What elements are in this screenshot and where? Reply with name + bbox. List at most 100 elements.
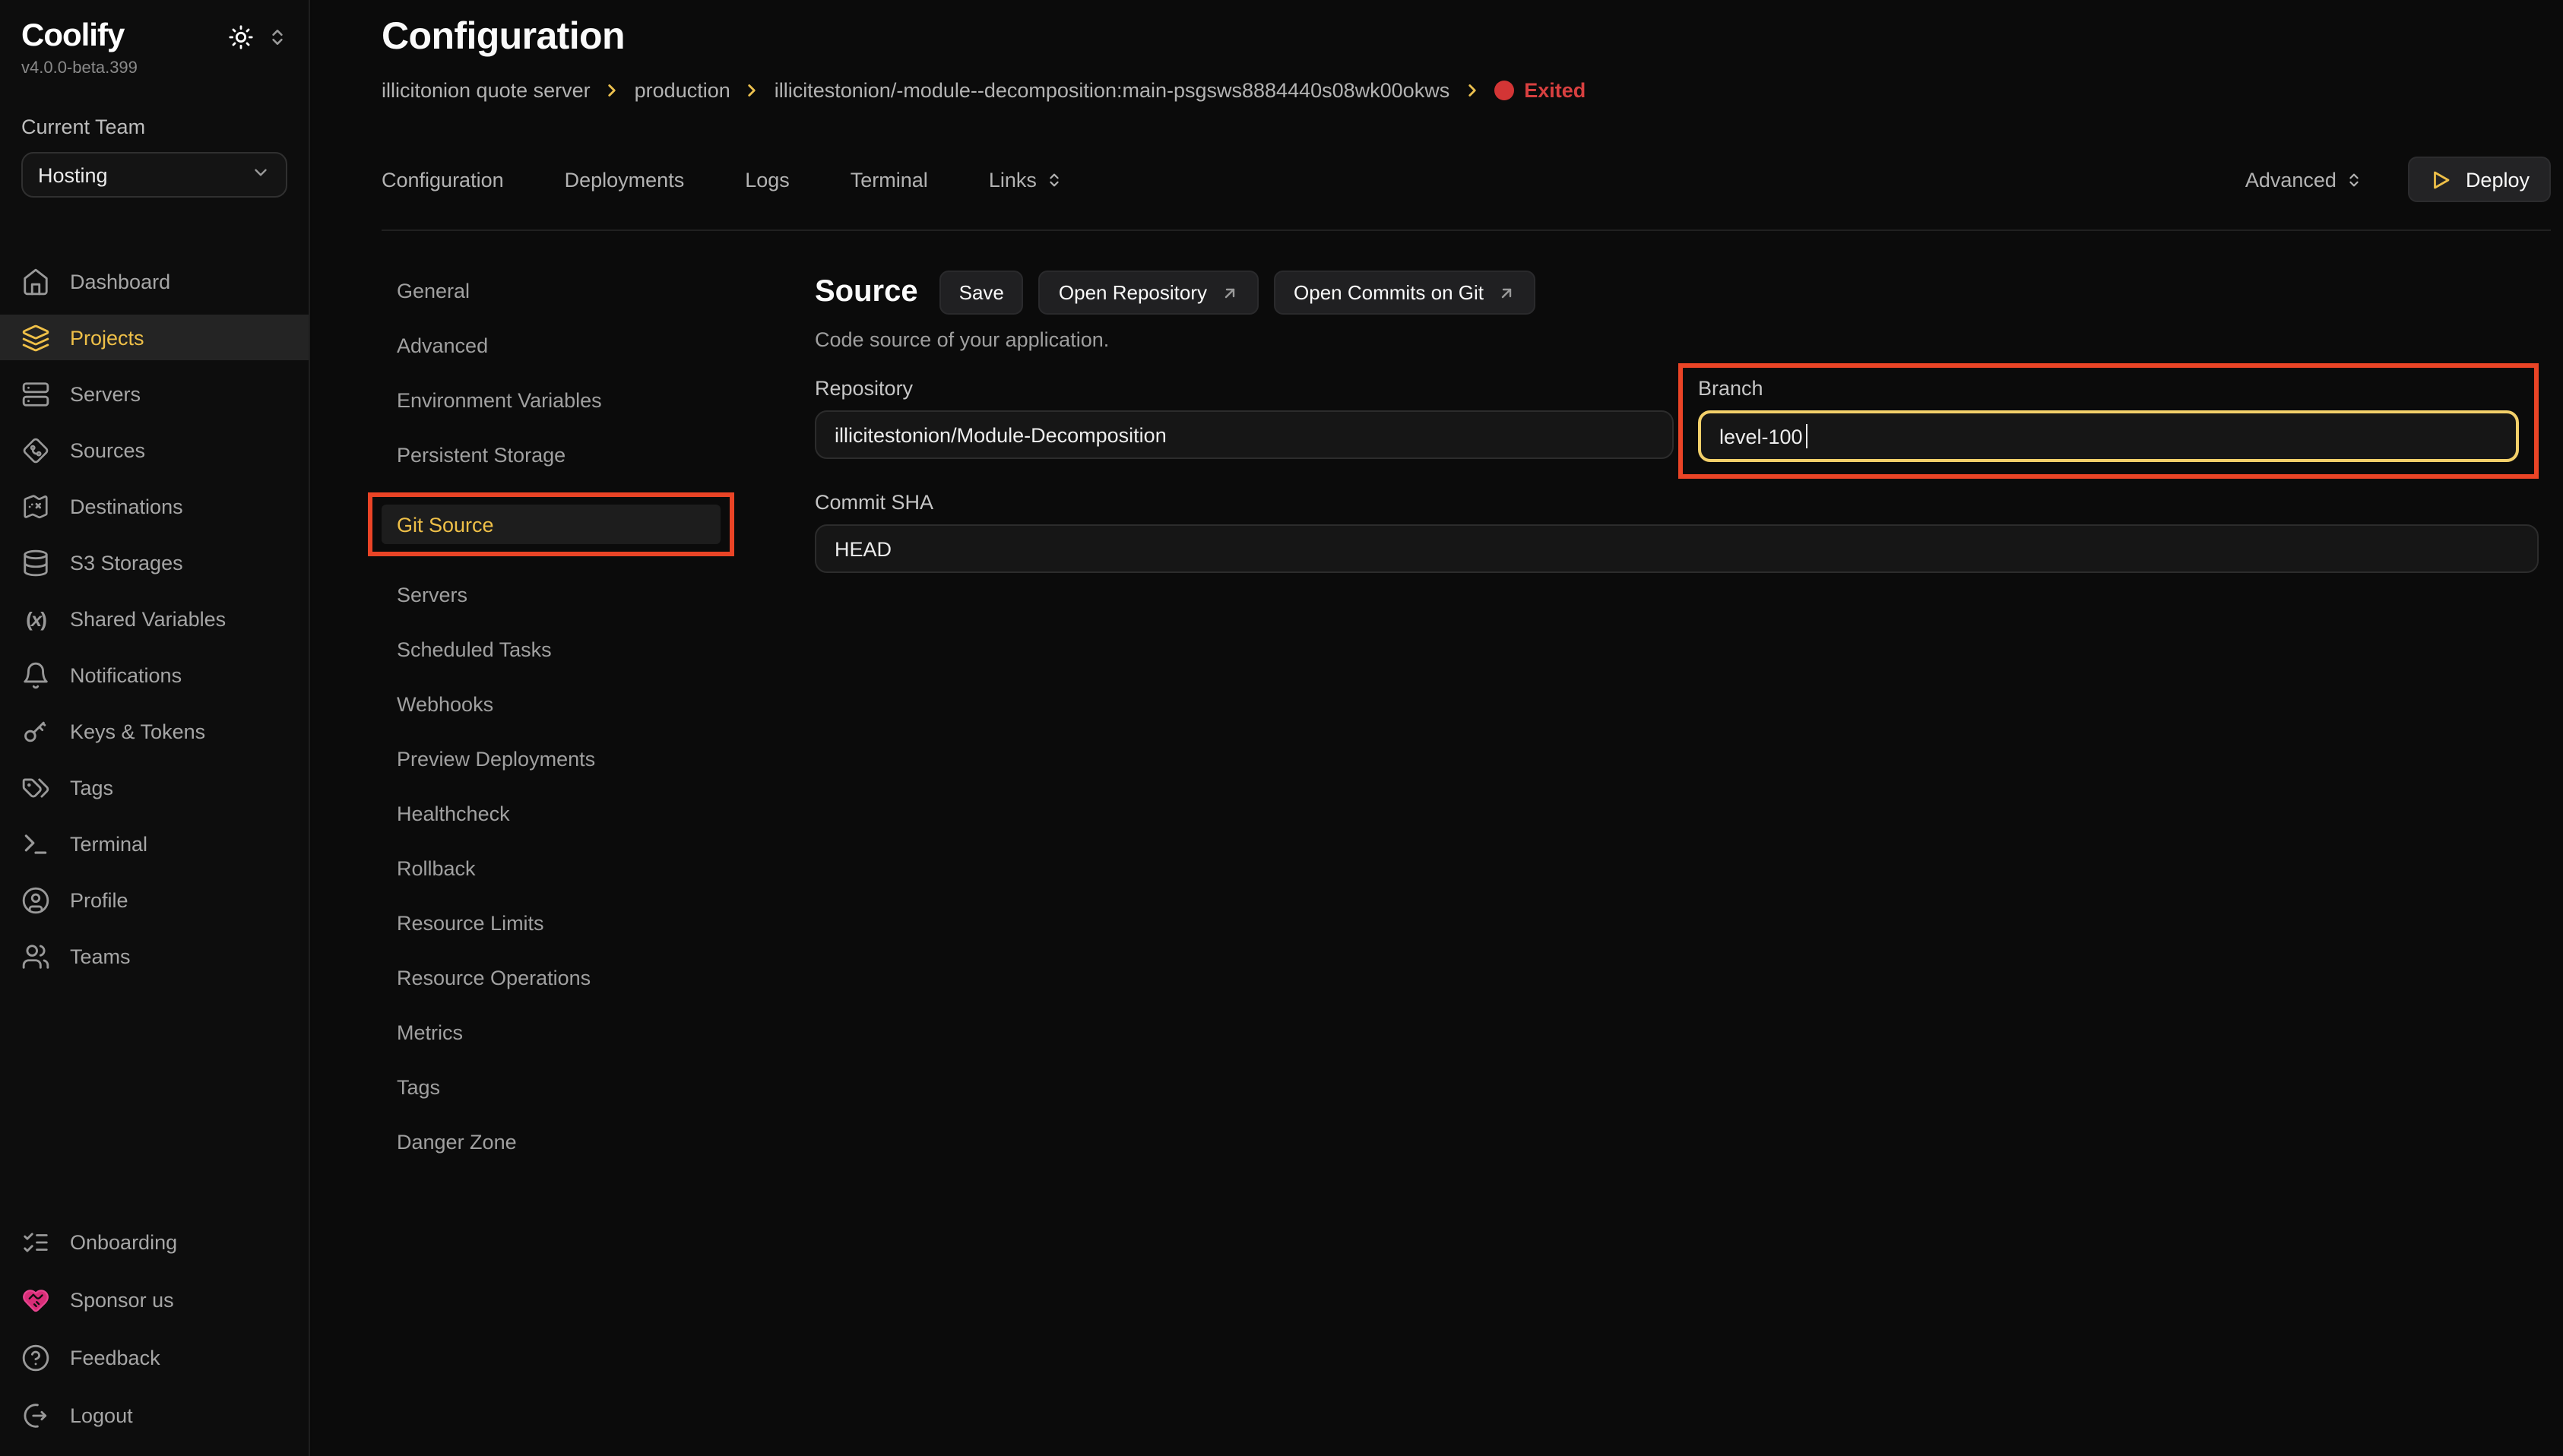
subnav-item-danger-zone[interactable]: Danger Zone [382, 1122, 734, 1161]
branch-value: level-100 [1719, 425, 1803, 448]
sidebar-nav: Dashboard Projects Servers Sources Desti… [0, 258, 309, 979]
sidebar-item-label: Servers [70, 382, 141, 405]
subnav-item-advanced[interactable]: Advanced [382, 325, 734, 365]
sidebar-item-label: Notifications [70, 663, 182, 686]
save-label: Save [959, 281, 1004, 304]
sidebar-item-sources[interactable]: Sources [0, 427, 309, 473]
sidebar-item-terminal[interactable]: Terminal [0, 821, 309, 866]
sidebar-item-label: Shared Variables [70, 607, 226, 630]
sidebar-item-label: Sources [70, 438, 145, 461]
arrow-up-right-icon [1221, 283, 1239, 302]
subnav-item-rollback[interactable]: Rollback [382, 848, 734, 888]
subnav-item-servers[interactable]: Servers [382, 574, 734, 614]
advanced-dropdown[interactable]: Advanced [2245, 168, 2362, 191]
subnav-item-healthcheck[interactable]: Healthcheck [382, 793, 734, 833]
sidebar-item-teams[interactable]: Teams [0, 933, 309, 979]
sidebar-item-servers[interactable]: Servers [0, 371, 309, 416]
branch-input[interactable]: level-100 [1698, 410, 2519, 462]
git-source-icon [21, 435, 50, 464]
subnav-item-git-source[interactable]: Git Source [382, 505, 721, 544]
sidebar-item-label: Keys & Tokens [70, 720, 205, 742]
subnav-item-preview-deployments[interactable]: Preview Deployments [382, 739, 734, 778]
deploy-button[interactable]: Deploy [2408, 157, 2551, 202]
braces-x-icon: (x) [21, 604, 50, 633]
key-icon [21, 717, 50, 745]
sidebar-item-notifications[interactable]: Notifications [0, 652, 309, 698]
subnav-item-resource-operations[interactable]: Resource Operations [382, 957, 734, 997]
team-select[interactable]: Hosting [21, 152, 287, 198]
commit-sha-input[interactable] [815, 524, 2539, 573]
map-icon [21, 492, 50, 521]
subnav-item-scheduled-tasks[interactable]: Scheduled Tasks [382, 629, 734, 669]
sidebar-item-dashboard[interactable]: Dashboard [0, 258, 309, 304]
chevron-right-icon [1462, 81, 1481, 100]
tabs-divider [382, 229, 2551, 231]
sun-icon[interactable] [228, 24, 254, 49]
current-team-label: Current Team [0, 116, 309, 138]
subnav-item-metrics[interactable]: Metrics [382, 1012, 734, 1052]
open-repository-button[interactable]: Open Repository [1039, 271, 1259, 315]
tab-links-label: Links [989, 168, 1037, 191]
breadcrumb: illicitonion quote server production ill… [382, 79, 2551, 102]
log-out-icon [21, 1401, 50, 1429]
chevrons-up-down-icon [1046, 171, 1063, 188]
tab-deployments[interactable]: Deployments [565, 168, 685, 191]
sidebar-item-label: Sponsor us [70, 1288, 174, 1311]
sidebar-item-onboarding[interactable]: Onboarding [0, 1219, 309, 1265]
sidebar-item-logout[interactable]: Logout [0, 1392, 309, 1438]
sidebar-item-profile[interactable]: Profile [0, 877, 309, 923]
repository-field-group: Repository [815, 363, 1674, 459]
open-commits-label: Open Commits on Git [1294, 281, 1484, 304]
subnav-item-tags[interactable]: Tags [382, 1067, 734, 1106]
sidebar-item-destinations[interactable]: Destinations [0, 483, 309, 529]
sidebar-item-sponsor-us[interactable]: Sponsor us [0, 1277, 309, 1322]
home-icon [21, 267, 50, 296]
help-circle-icon [21, 1343, 50, 1372]
save-button[interactable]: Save [939, 271, 1024, 315]
section-description: Code source of your application. [815, 328, 2539, 351]
subnav-item-webhooks[interactable]: Webhooks [382, 684, 734, 723]
tab-logs[interactable]: Logs [745, 168, 790, 191]
tab-configuration[interactable]: Configuration [382, 168, 504, 191]
sidebar-footer-nav: Onboarding Sponsor us Feedback Logout [0, 1219, 309, 1438]
sidebar-item-label: S3 Storages [70, 551, 183, 574]
sidebar-item-projects[interactable]: Projects [0, 315, 309, 360]
breadcrumb-application[interactable]: illicitestonion/-module--decomposition:m… [775, 79, 1449, 102]
repository-input[interactable] [815, 410, 1674, 459]
chevron-right-icon [743, 81, 762, 100]
deploy-label: Deploy [2466, 168, 2530, 191]
sidebar-item-feedback[interactable]: Feedback [0, 1334, 309, 1380]
chevrons-up-down-icon[interactable] [268, 27, 287, 46]
repository-label: Repository [815, 377, 1674, 400]
tab-links[interactable]: Links [989, 168, 1063, 191]
tab-terminal[interactable]: Terminal [851, 168, 928, 191]
server-icon [21, 379, 50, 408]
tabs-row: Configuration Deployments Logs Terminal … [382, 157, 2551, 202]
status-dot-icon [1494, 81, 1513, 100]
open-commits-button[interactable]: Open Commits on Git [1274, 271, 1535, 315]
sidebar-item-label: Projects [70, 326, 144, 349]
breadcrumb-project[interactable]: illicitonion quote server [382, 79, 591, 102]
subnav-item-persistent-storage[interactable]: Persistent Storage [382, 435, 734, 474]
sidebar-item-s3-storages[interactable]: S3 Storages [0, 540, 309, 585]
settings-subnav: General Advanced Environment Variables P… [382, 271, 734, 1161]
sidebar-item-label: Terminal [70, 832, 147, 855]
user-circle-icon [21, 885, 50, 914]
subnav-item-general[interactable]: General [382, 271, 734, 310]
terminal-icon [21, 829, 50, 858]
sidebar-item-tags[interactable]: Tags [0, 764, 309, 810]
sidebar-item-shared-variables[interactable]: (x) Shared Variables [0, 596, 309, 641]
arrow-up-right-icon [1497, 283, 1516, 302]
status-badge: Exited [1494, 79, 1586, 102]
text-caret [1806, 424, 1808, 448]
subnav-item-resource-limits[interactable]: Resource Limits [382, 903, 734, 942]
subnav-item-environment-variables[interactable]: Environment Variables [382, 380, 734, 419]
coolify-logo[interactable]: Coolify [21, 18, 124, 55]
list-checks-icon [21, 1227, 50, 1256]
breadcrumb-environment[interactable]: production [635, 79, 730, 102]
sidebar-item-label: Destinations [70, 495, 183, 518]
brand-row: Coolify [0, 18, 309, 55]
main-content: Configuration illicitonion quote server … [312, 0, 2563, 1456]
sidebar-item-keys-tokens[interactable]: Keys & Tokens [0, 708, 309, 754]
git-source-form: Source Save Open Repository Open Commits… [815, 271, 2551, 1161]
